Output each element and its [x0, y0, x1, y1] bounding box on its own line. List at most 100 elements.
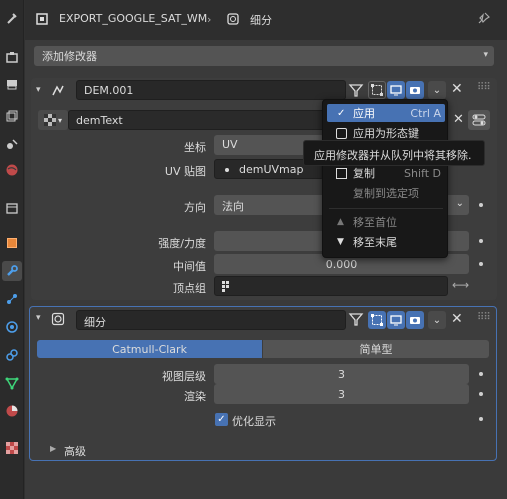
- menu-item-move-to-first[interactable]: ▲ 移至首位: [327, 213, 445, 231]
- object-tab-icon[interactable]: [2, 233, 22, 253]
- collapse-arrow-icon[interactable]: ▾: [36, 85, 41, 95]
- modifier-extras-menu: ✓ 应用 Ctrl A 应用为形态键 复制 Shift D 复制到选定项 ▲ 移…: [322, 99, 448, 258]
- tool-tab-icon[interactable]: [2, 8, 22, 28]
- object-icon: [35, 12, 49, 29]
- invert-vgroup-icon[interactable]: ⟷: [452, 278, 469, 292]
- chevron-down-icon: ▾: [57, 115, 62, 125]
- data-tab-icon[interactable]: [2, 373, 22, 393]
- menu-item-apply-label: 应用: [353, 107, 375, 120]
- physics-tab-icon[interactable]: [2, 317, 22, 337]
- breadcrumb-separator: ›: [207, 13, 212, 26]
- triangle-down-icon: ▼: [337, 237, 344, 247]
- object-name: EXPORT_GOOGLE_SAT_WM: [59, 12, 208, 25]
- midlevel-value: 0.000: [325, 257, 358, 271]
- texture-tab-icon[interactable]: [2, 438, 22, 458]
- optimal-display-label: 优化显示: [232, 415, 276, 428]
- viewport-toggle[interactable]: [387, 81, 405, 99]
- collapse-arrow-icon[interactable]: ▾: [36, 313, 41, 323]
- uvmap-label: UV 贴图: [164, 165, 206, 178]
- midlevel-keyframe-dot[interactable]: [479, 262, 483, 266]
- direction-keyframe-dot[interactable]: [479, 203, 483, 207]
- optimal-display-checkbox[interactable]: ✓: [215, 413, 228, 426]
- optimal-display-keyframe-dot[interactable]: [479, 417, 483, 421]
- particles-tab-icon[interactable]: [2, 289, 22, 309]
- apply-tooltip: 应用修改器并从队列中将其移除.: [303, 140, 485, 166]
- menu-item-apply-shortcut: Ctrl A: [410, 106, 441, 120]
- displace-name-field[interactable]: DEM.001: [76, 80, 346, 100]
- menu-item-first-label: 移至首位: [353, 216, 397, 229]
- triangle-up-icon: ▲: [337, 217, 344, 227]
- drag-handle-icon[interactable]: ⠿⠿: [477, 82, 491, 93]
- constraints-tab-icon[interactable]: [2, 345, 22, 365]
- drag-handle-icon[interactable]: ⠿⠿: [477, 312, 491, 323]
- texture-name-text: demText: [76, 114, 123, 127]
- add-modifier-label: 添加修改器: [42, 50, 97, 63]
- render-levels-keyframe-dot[interactable]: [479, 392, 483, 396]
- chevron-down-icon: ⌄: [432, 314, 442, 326]
- checkmark-icon: ✓: [337, 107, 346, 119]
- render-levels-field[interactable]: 3: [214, 384, 469, 404]
- delete-modifier-icon[interactable]: ✕: [451, 81, 463, 97]
- menu-item-apply-shapekey-label: 应用为形态键: [353, 127, 419, 140]
- tab-catmull-clark[interactable]: Catmull-Clark: [37, 340, 262, 358]
- tab-simple[interactable]: 简单型: [263, 340, 489, 358]
- direction-label: 方向: [184, 201, 206, 214]
- menu-item-copy-to-selected[interactable]: 复制到选定项: [327, 184, 445, 202]
- menu-item-apply[interactable]: ✓ 应用 Ctrl A: [327, 104, 445, 122]
- expand-arrow-icon[interactable]: ▶: [50, 444, 56, 453]
- properties-tab-strip: [0, 0, 24, 499]
- modifier-breadcrumb: 细分: [250, 14, 272, 27]
- menu-item-move-to-last[interactable]: ▼ 移至末尾: [327, 233, 445, 251]
- texture-name-field[interactable]: demText: [68, 110, 328, 130]
- tab-simple-label: 简单型: [359, 343, 393, 356]
- scene-tab-icon[interactable]: [2, 134, 22, 154]
- delete-modifier-icon[interactable]: ✕: [451, 311, 463, 327]
- viewport-levels-label: 视图层级: [162, 370, 206, 383]
- menu-item-copy[interactable]: 复制 Shift D: [327, 164, 445, 182]
- pin-icon[interactable]: [477, 11, 491, 28]
- render-tab-icon[interactable]: [2, 47, 22, 67]
- edit-mode-toggle[interactable]: [368, 81, 386, 99]
- subsurf-modifier-icon: [51, 312, 65, 329]
- properties-header: EXPORT_GOOGLE_SAT_WM › 细分: [25, 0, 507, 40]
- modifier-extra-dropdown[interactable]: ⌄: [428, 81, 446, 99]
- world-tab-icon[interactable]: [2, 160, 22, 180]
- displace-name-text: DEM.001: [84, 84, 134, 97]
- texture-properties-button[interactable]: [468, 110, 490, 130]
- viewport-toggle[interactable]: [387, 311, 405, 329]
- material-tab-icon[interactable]: [2, 401, 22, 421]
- viewport-levels-value: 3: [338, 367, 345, 381]
- menu-item-copy-selected-label: 复制到选定项: [353, 187, 419, 200]
- coord-value: UV: [222, 138, 238, 151]
- vgroup-field[interactable]: [214, 276, 448, 296]
- render-levels-value: 3: [338, 387, 345, 401]
- duplicate-icon: [336, 167, 347, 179]
- strength-label: 强度/力度: [158, 237, 206, 250]
- advanced-subpanel-label[interactable]: 高级: [64, 443, 86, 459]
- strength-keyframe-dot[interactable]: [479, 239, 483, 243]
- render-toggle[interactable]: [406, 311, 424, 329]
- texture-browse-button[interactable]: ▾: [38, 110, 68, 130]
- modifier-tab-icon[interactable]: [2, 261, 22, 281]
- midlevel-label: 中间值: [173, 260, 206, 273]
- subsurf-name-text: 细分: [84, 316, 106, 329]
- uvmap-dot-icon: [225, 168, 229, 172]
- unlink-texture-icon[interactable]: ✕: [453, 112, 464, 127]
- menu-item-copy-label: 复制: [353, 167, 375, 180]
- on-cage-filter-icon[interactable]: [348, 311, 364, 330]
- render-toggle[interactable]: [406, 81, 424, 99]
- tooltip-text: 应用修改器并从队列中将其移除.: [314, 149, 472, 162]
- uvmap-value: demUVmap: [239, 163, 304, 176]
- subsurf-data-icon: [226, 12, 240, 29]
- direction-value: 法向: [222, 200, 244, 213]
- output-tab-icon[interactable]: [2, 74, 22, 94]
- collection-tab-icon[interactable]: [2, 198, 22, 218]
- vgroup-label: 顶点组: [173, 282, 206, 295]
- modifier-extra-dropdown[interactable]: ⌄: [428, 311, 446, 329]
- subsurf-name-field[interactable]: 细分: [76, 310, 346, 330]
- viewport-levels-keyframe-dot[interactable]: [479, 372, 483, 376]
- viewport-levels-field[interactable]: 3: [214, 364, 469, 384]
- view-layer-tab-icon[interactable]: [2, 106, 22, 126]
- edit-mode-toggle[interactable]: [368, 311, 386, 329]
- add-modifier-dropdown[interactable]: 添加修改器 ▾: [34, 46, 494, 66]
